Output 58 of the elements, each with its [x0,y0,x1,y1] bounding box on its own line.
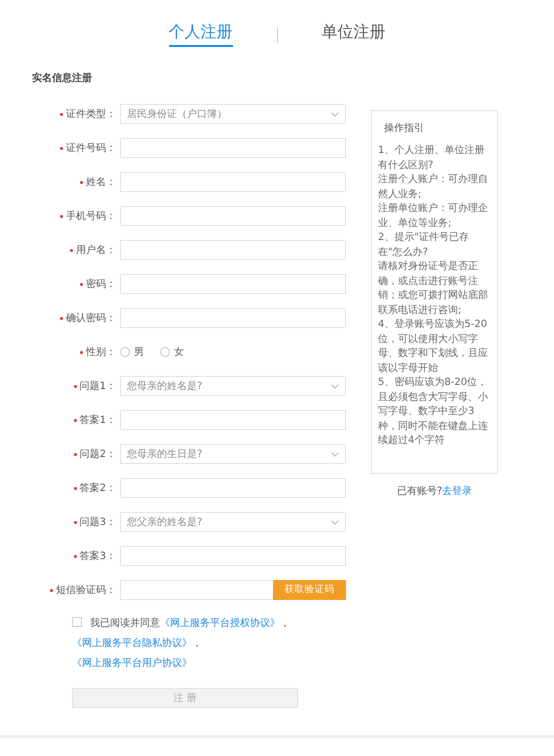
agreement-link[interactable]: 《网上服务平台隐私协议》 [72,638,192,650]
field-label: 答案3： [80,550,116,564]
checkbox[interactable] [72,617,82,628]
radio-label: 男 [134,346,144,360]
input-field[interactable] [120,240,346,260]
guide-title: 操作指引 [384,122,425,136]
chevron-down-icon [331,452,339,457]
chevron-down-icon [331,384,339,389]
guide-text: 注册个人账户：可办理自然人业务; [378,173,489,202]
input-field[interactable] [120,206,346,226]
guide-text: 请核对身份证号是否正确，或点击进行账号注销；或您可拨打网站底部联系电话进行咨询; [378,260,489,318]
section-title: 实名信息注册 [32,71,93,86]
field-label: 手机号码： [66,210,116,224]
radio-button[interactable] [120,347,130,358]
guide-text: 5、密码应该为8-20位，且必须包含大写字母、小写字母、数字中至少3种，同时不能在键盘上连续超过4个字符 [378,376,489,448]
input-field[interactable] [120,138,346,158]
input-field[interactable] [120,308,346,328]
input-field[interactable] [120,580,273,600]
guide-text: 1、个人注册、单位注册有什么区别? [378,144,486,173]
field-label: 用户名： [76,244,116,258]
tab[interactable]: 个人注册 [168,22,232,48]
field-label: 确认密码： [66,312,116,326]
input-field[interactable] [120,410,346,430]
agreement-text: 我已阅读并同意 [90,618,160,630]
guide-text: 4、登录账号应该为5-20位，可以使用大小写字母、数字和下划线，且应该以字母开始 [378,318,489,376]
input-field[interactable] [120,172,346,192]
input-field[interactable] [120,546,346,566]
field-label: 密码： [86,278,116,292]
field-label: 短信验证码： [56,584,116,598]
field-label: 证件类型： [66,108,116,122]
field-label: 姓名： [86,176,116,190]
field-label: 问题3： [80,516,116,530]
input-field[interactable] [120,274,346,294]
select-field[interactable]: 您母亲的姓名是? [120,376,346,396]
input-field[interactable] [120,478,346,498]
select-field[interactable]: 您父亲的姓名是? [120,512,346,532]
radio-label: 女 [174,346,184,360]
agreement-link[interactable]: 《网上服务平台授权协议》 [160,618,280,630]
login-link[interactable]: 去登录 [442,486,472,497]
field-label: 答案2： [80,482,116,496]
chevron-down-icon [331,112,339,117]
agreement-text: ， [192,638,202,650]
select-field[interactable]: 您母亲的生日是? [120,444,346,464]
field-label: 答案1： [80,414,116,428]
field-label: 问题2： [80,448,116,462]
field-label: 性别： [86,346,116,360]
field-label: 问题1： [80,380,116,394]
get-code-button[interactable]: 获取验证码 [273,580,346,600]
field-label: 证件号码： [66,142,116,156]
guide-text: 2、提示"证件号已存在"怎么办? [378,231,470,260]
guide-text: 注册单位账户：可办理企业、单位等业务; [378,202,489,231]
agreement-link[interactable]: 《网上服务平台用户协议》 [72,658,192,670]
radio-button[interactable] [160,347,170,358]
select-field[interactable]: 居民身份证（户口簿） [120,104,346,124]
chevron-down-icon [331,520,339,525]
agreement-text: ， [280,618,290,630]
tab[interactable]: 单位注册 [322,22,386,48]
login-prompt: 已有账号? [396,486,442,497]
